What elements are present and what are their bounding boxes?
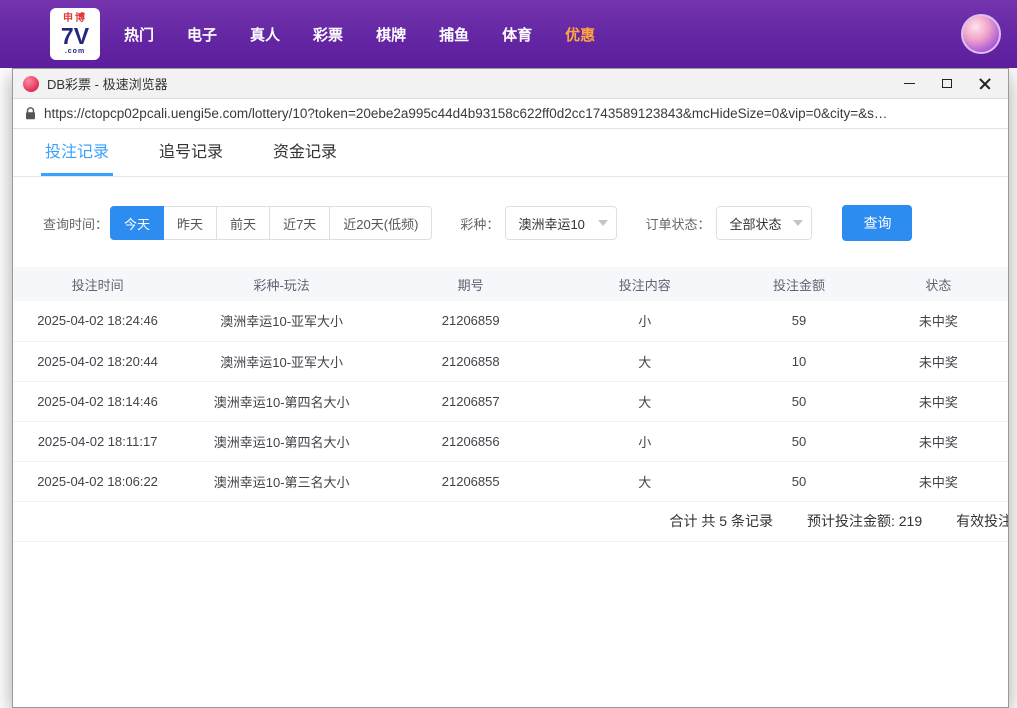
table-cell: 小	[560, 301, 729, 341]
browser-window: DB彩票 - 极速浏览器 https://ctopcp02pcali.uengi…	[12, 68, 1009, 708]
time-filter-label: 查询时间：	[43, 214, 108, 233]
summary-valid-amount: 有效投注:	[956, 511, 1008, 531]
table-cell: 未中奖	[869, 461, 1008, 501]
lottery-filter-label: 彩种：	[460, 214, 499, 233]
table-row: 2025-04-02 18:20:44澳洲幸运10-亚军大小21206858大1…	[13, 341, 1008, 381]
address-bar[interactable]: https://ctopcp02pcali.uengi5e.com/lotter…	[13, 99, 1008, 129]
table-cell: 2025-04-02 18:14:46	[13, 381, 182, 421]
maximize-button[interactable]	[928, 69, 966, 98]
column-header: 状态	[869, 267, 1008, 301]
table-cell: 澳洲幸运10-亚军大小	[182, 341, 381, 381]
chevron-down-icon	[793, 220, 803, 226]
logo-suffix-text: .com	[65, 48, 85, 55]
column-header: 期号	[381, 267, 560, 301]
table-cell: 大	[560, 341, 729, 381]
nav-item-体育[interactable]: 体育	[502, 24, 532, 45]
table-cell: 21206857	[381, 381, 560, 421]
table-cell: 澳洲幸运10-第三名大小	[182, 461, 381, 501]
table-row: 2025-04-02 18:06:22澳洲幸运10-第三名大小21206855大…	[13, 461, 1008, 501]
lock-icon	[25, 107, 36, 120]
time-filter-前天[interactable]: 前天	[216, 206, 270, 240]
logo-name-text: 7V	[61, 25, 89, 48]
table-cell: 59	[729, 301, 868, 341]
close-icon	[979, 78, 991, 90]
time-filter-近20天(低频)[interactable]: 近20天(低频)	[329, 206, 432, 240]
table-row: 2025-04-02 18:24:46澳洲幸运10-亚军大小21206859小5…	[13, 301, 1008, 341]
time-filter-group: 今天昨天前天近7天近20天(低频)	[110, 206, 432, 240]
table-cell: 50	[729, 421, 868, 461]
window-controls	[890, 69, 1004, 98]
window-titlebar[interactable]: DB彩票 - 极速浏览器	[13, 69, 1008, 99]
table-cell: 澳洲幸运10-第四名大小	[182, 381, 381, 421]
site-topbar: 申博 7V .com 热门 电子 真人 彩票 棋牌 捕鱼 体育 优惠	[0, 0, 1017, 68]
filter-bar: 查询时间： 今天昨天前天近7天近20天(低频) 彩种： 澳洲幸运10 订单状态：…	[13, 177, 1008, 241]
tab-投注记录[interactable]: 投注记录	[43, 138, 111, 176]
table-cell: 未中奖	[869, 341, 1008, 381]
table-cell: 未中奖	[869, 381, 1008, 421]
table-cell: 21206859	[381, 301, 560, 341]
user-avatar[interactable]	[961, 14, 1001, 54]
tab-追号记录[interactable]: 追号记录	[157, 138, 225, 176]
browser-favicon-icon	[23, 76, 39, 92]
table-cell: 大	[560, 461, 729, 501]
time-filter-今天[interactable]: 今天	[110, 206, 164, 240]
status-filter-label: 订单状态：	[645, 214, 710, 233]
column-header: 投注内容	[560, 267, 729, 301]
logo-badge-text: 申博	[63, 14, 87, 24]
query-button[interactable]: 查询	[842, 205, 912, 241]
table-cell: 2025-04-02 18:20:44	[13, 341, 182, 381]
summary-total: 合计 共 5 条记录	[670, 511, 773, 531]
nav-item-电子[interactable]: 电子	[187, 24, 217, 45]
lottery-select-value: 澳洲幸运10	[518, 214, 584, 233]
table-cell: 21206856	[381, 421, 560, 461]
table-row: 2025-04-02 18:14:46澳洲幸运10-第四名大小21206857大…	[13, 381, 1008, 421]
lottery-select[interactable]: 澳洲幸运10	[505, 206, 617, 240]
order-status-select[interactable]: 全部状态	[716, 206, 812, 240]
table-cell: 10	[729, 341, 868, 381]
summary-expected-amount: 预计投注金额: 219	[807, 511, 922, 531]
table-summary: 合计 共 5 条记录 预计投注金额: 219 有效投注:	[13, 502, 1008, 542]
table-cell: 未中奖	[869, 301, 1008, 341]
nav-item-真人[interactable]: 真人	[250, 24, 280, 45]
table-cell: 50	[729, 381, 868, 421]
table-cell: 2025-04-02 18:24:46	[13, 301, 182, 341]
window-title: DB彩票 - 极速浏览器	[47, 74, 168, 93]
time-filter-近7天[interactable]: 近7天	[269, 206, 330, 240]
table-cell: 小	[560, 421, 729, 461]
column-header: 投注金额	[729, 267, 868, 301]
site-logo[interactable]: 申博 7V .com	[50, 8, 100, 60]
column-header: 彩种-玩法	[182, 267, 381, 301]
table-cell: 2025-04-02 18:11:17	[13, 421, 182, 461]
minimize-icon	[904, 83, 915, 84]
maximize-icon	[942, 79, 952, 88]
table-cell: 澳洲幸运10-亚军大小	[182, 301, 381, 341]
record-tabs: 投注记录 追号记录 资金记录	[13, 129, 1008, 177]
column-header: 投注时间	[13, 267, 182, 301]
status-select-value: 全部状态	[729, 214, 781, 233]
page-content: 投注记录 追号记录 资金记录 查询时间： 今天昨天前天近7天近20天(低频) 彩种：…	[13, 129, 1008, 707]
main-nav: 热门 电子 真人 彩票 棋牌 捕鱼 体育 优惠	[124, 24, 595, 45]
table-cell: 50	[729, 461, 868, 501]
tab-资金记录[interactable]: 资金记录	[271, 138, 339, 176]
table-header-row: 投注时间彩种-玩法期号投注内容投注金额状态	[13, 267, 1008, 301]
table-cell: 大	[560, 381, 729, 421]
minimize-button[interactable]	[890, 69, 928, 98]
table-row: 2025-04-02 18:11:17澳洲幸运10-第四名大小21206856小…	[13, 421, 1008, 461]
table-cell: 未中奖	[869, 421, 1008, 461]
nav-item-棋牌[interactable]: 棋牌	[376, 24, 406, 45]
table-cell: 21206855	[381, 461, 560, 501]
table-cell: 21206858	[381, 341, 560, 381]
time-filter-昨天[interactable]: 昨天	[163, 206, 217, 240]
bet-record-table: 投注时间彩种-玩法期号投注内容投注金额状态 2025-04-02 18:24:4…	[13, 267, 1008, 542]
nav-item-优惠[interactable]: 优惠	[565, 24, 595, 45]
nav-item-热门[interactable]: 热门	[124, 24, 154, 45]
nav-item-捕鱼[interactable]: 捕鱼	[439, 24, 469, 45]
table-cell: 澳洲幸运10-第四名大小	[182, 421, 381, 461]
table-body: 2025-04-02 18:24:46澳洲幸运10-亚军大小21206859小5…	[13, 301, 1008, 501]
chevron-down-icon	[598, 220, 608, 226]
url-text: https://ctopcp02pcali.uengi5e.com/lotter…	[44, 106, 887, 121]
table-cell: 2025-04-02 18:06:22	[13, 461, 182, 501]
nav-item-彩票[interactable]: 彩票	[313, 24, 343, 45]
close-button[interactable]	[966, 69, 1004, 98]
